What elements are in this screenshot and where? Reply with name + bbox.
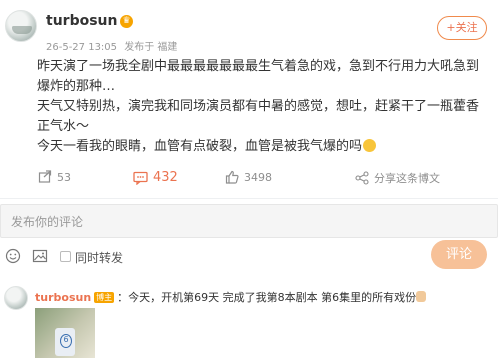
laugh-sweat-emoji-icon: [363, 139, 377, 152]
comment-count: 432: [153, 170, 178, 185]
sync-repost-checkbox[interactable]: [60, 251, 71, 262]
comment-button[interactable]: 432: [133, 170, 178, 185]
image-upload-icon[interactable]: [32, 248, 48, 264]
author-badge: 博主: [94, 292, 115, 303]
share-icon: [355, 171, 369, 185]
submit-comment-button[interactable]: 评论: [431, 240, 487, 269]
cup-image-detail: [55, 328, 75, 356]
victory-hand-emoji-icon: [416, 291, 427, 302]
repost-icon: [38, 170, 52, 183]
comment-item: turbosun 博主 ：今天，开机第69天 完成了我第8本剧本 第6集里的所有戏份: [35, 289, 427, 305]
comment-icon: [133, 171, 148, 185]
repost-count: 53: [57, 170, 71, 184]
divider: [0, 198, 498, 199]
share-label: 分享这条博文: [374, 172, 440, 185]
user-avatar[interactable]: [5, 10, 37, 42]
post-paragraph-text: 今天一看我的眼睛，血管有点破裂，血管是被我气爆的吗: [37, 139, 363, 154]
follow-button[interactable]: +关注: [437, 16, 487, 40]
post-meta: 26-5-27 13:05 发布于 福建: [46, 38, 181, 53]
crown-icon: ♛: [120, 15, 133, 28]
like-count: 3498: [244, 170, 272, 184]
comment-toolbar: 同时转发: [0, 246, 498, 268]
post-timestamp[interactable]: 26-5-27 13:05: [46, 42, 117, 53]
action-bar: 53 432 3498 分享这条博文: [0, 170, 498, 188]
thumbs-up-icon: [225, 170, 239, 184]
comment-input[interactable]: 发布你的评论: [0, 204, 498, 238]
repost-button[interactable]: 53: [38, 170, 71, 184]
comment-author[interactable]: turbosun: [35, 291, 91, 304]
post-source: 发布于 福建: [124, 42, 178, 53]
comment-image[interactable]: [35, 308, 95, 358]
comment-text: ：今天，开机第69天 完成了我第8本剧本 第6集里的所有戏份: [117, 291, 417, 304]
share-button[interactable]: 分享这条博文: [355, 170, 440, 186]
username[interactable]: turbosun: [46, 13, 117, 29]
like-button[interactable]: 3498: [225, 170, 272, 184]
post-paragraph: 天气又特别热，演完我和同场演员都有中暑的感觉，想吐，赶紧干了一瓶藿香正气水～: [37, 99, 480, 134]
sync-repost-label: 同时转发: [75, 251, 124, 265]
post-paragraph: 昨天演了一场我全剧中最最最最最最最生气着急的戏，急到不行用力大吼急到爆炸的那种…: [37, 59, 480, 94]
post-paragraph-last: 今天一看我的眼睛，血管有点破裂，血管是被我气爆的吗: [37, 137, 489, 157]
post-body: 昨天演了一场我全剧中最最最最最最最生气着急的戏，急到不行用力大吼急到爆炸的那种……: [37, 57, 489, 157]
emoji-smile-icon[interactable]: [5, 248, 21, 264]
comment-avatar[interactable]: [4, 286, 28, 310]
